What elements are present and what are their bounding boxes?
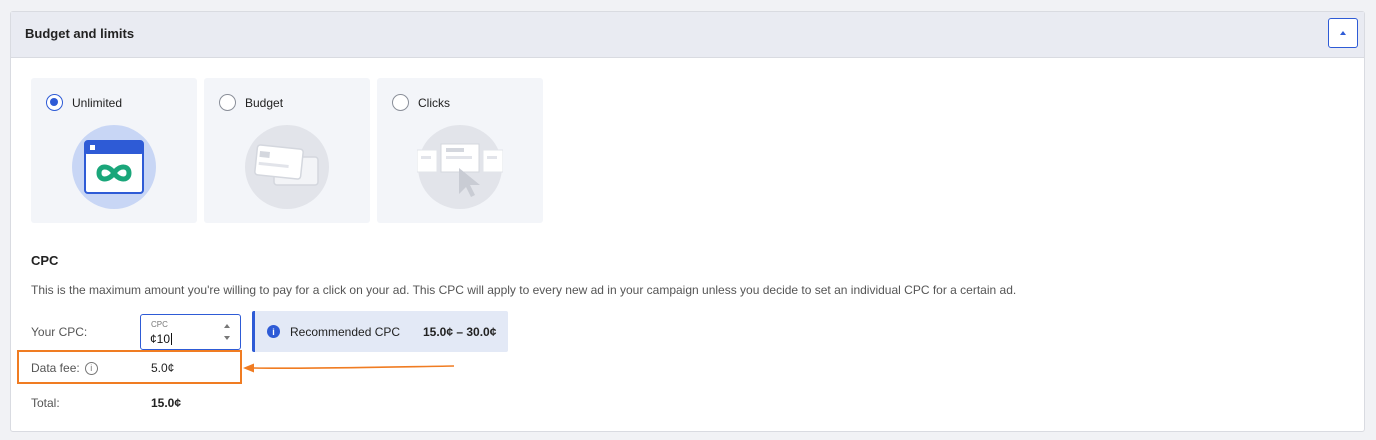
collapse-button[interactable]: [1328, 18, 1358, 48]
cpc-input-value[interactable]: ¢10: [150, 332, 173, 346]
total-label: Total:: [31, 396, 60, 410]
cpc-input-field[interactable]: CPC ¢10: [140, 314, 241, 350]
recommended-cpc-box: i Recommended CPC 15.0¢ – 30.0¢: [252, 311, 508, 352]
panel-header: Budget and limits: [11, 12, 1364, 58]
option-card-clicks[interactable]: Clicks: [377, 78, 543, 223]
option-label-budget: Budget: [245, 96, 284, 110]
option-card-unlimited[interactable]: Unlimited: [31, 78, 197, 223]
radio-budget[interactable]: [219, 94, 236, 111]
option-card-budget[interactable]: Budget: [204, 78, 370, 223]
your-cpc-label: Your CPC:: [31, 325, 88, 339]
recommended-cpc-range: 15.0¢ – 30.0¢: [423, 325, 497, 339]
cpc-section-title: CPC: [31, 253, 59, 268]
total-value: 15.0¢: [151, 396, 182, 410]
credit-cards-icon: [245, 125, 329, 209]
panel-title: Budget and limits: [25, 26, 135, 41]
recommended-cpc-label: Recommended CPC: [290, 325, 401, 339]
option-label-clicks: Clicks: [418, 96, 450, 110]
cursor-click-icon: [417, 125, 503, 209]
infinity-window-icon: [72, 125, 156, 209]
info-icon: i: [267, 325, 280, 338]
budget-limits-panel: Budget and limits Unlimited Budget Click…: [10, 11, 1365, 432]
cpc-input-caption: CPC: [151, 320, 168, 329]
option-label-unlimited: Unlimited: [72, 96, 123, 110]
annotation-arrow-icon: [243, 363, 455, 373]
cpc-description: This is the maximum amount you're willin…: [31, 283, 1017, 297]
stepper-down-icon[interactable]: [224, 336, 230, 340]
radio-unlimited[interactable]: [46, 94, 63, 111]
radio-clicks[interactable]: [392, 94, 409, 111]
chevron-up-icon: [1340, 31, 1346, 35]
data-fee-highlight-box: [17, 350, 242, 384]
stepper-up-icon[interactable]: [224, 324, 230, 328]
